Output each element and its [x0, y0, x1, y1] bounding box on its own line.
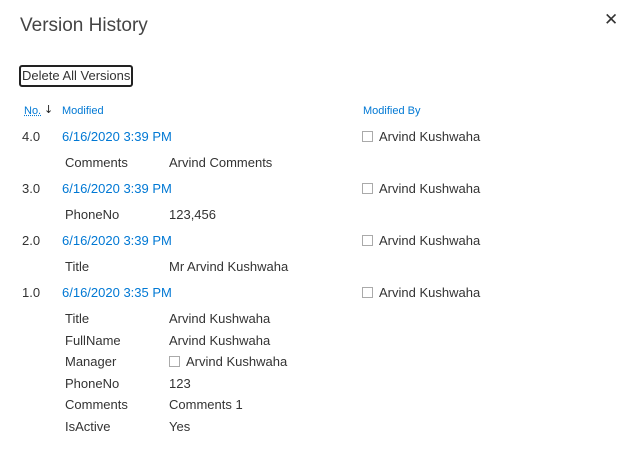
- version-modified-by[interactable]: Arvind Kushwaha: [362, 285, 480, 300]
- change-field-value: Arvind Kushwaha: [169, 311, 271, 326]
- change-field-label: PhoneNo: [65, 207, 120, 222]
- change-field-value: Arvind Kushwaha: [169, 332, 271, 348]
- version-modified-link[interactable]: 6/16/2020 3:39 PM: [62, 181, 172, 196]
- version-number: 1.0: [22, 285, 41, 300]
- person-name: Arvind Kushwaha: [186, 354, 288, 369]
- dialog-title: Version History: [20, 15, 148, 36]
- change-field-value: Arvind Kushwaha: [169, 354, 287, 369]
- change-field-label: Title: [65, 259, 90, 274]
- person-presence-icon: [362, 235, 373, 246]
- person-presence-icon: [362, 287, 373, 298]
- person-presence-icon: [169, 356, 180, 367]
- change-field-value: Comments 1: [169, 397, 243, 412]
- change-field-label: Comments: [65, 397, 128, 412]
- modified-by-name: Arvind Kushwaha: [379, 285, 481, 300]
- person-presence-icon: [362, 183, 373, 194]
- column-header-modified[interactable]: Modified: [62, 105, 104, 117]
- change-field-label: PhoneNo: [65, 375, 120, 391]
- column-header-no[interactable]: No.: [24, 105, 41, 117]
- modified-by-name: Arvind Kushwaha: [379, 181, 481, 196]
- change-field-label: Manager: [65, 354, 117, 369]
- version-number: 3.0: [22, 181, 41, 196]
- sort-descending-icon: ↓: [44, 103, 54, 116]
- change-field-label: IsActive: [65, 418, 111, 434]
- version-modified-link[interactable]: 6/16/2020 3:39 PM: [62, 129, 172, 144]
- version-number: 2.0: [22, 233, 41, 248]
- version-number: 4.0: [22, 129, 41, 144]
- delete-all-versions-button[interactable]: Delete All Versions: [19, 65, 134, 87]
- person-presence-icon: [362, 131, 373, 142]
- change-field-value: Yes: [169, 418, 191, 434]
- change-field-label: FullName: [65, 332, 121, 348]
- version-modified-link[interactable]: 6/16/2020 3:35 PM: [62, 285, 172, 300]
- change-field-value: 123,456: [169, 207, 216, 222]
- change-field-value: Arvind Comments: [169, 155, 273, 170]
- version-modified-by[interactable]: Arvind Kushwaha: [362, 233, 480, 248]
- change-field-label: Title: [65, 311, 90, 326]
- version-modified-link[interactable]: 6/16/2020 3:39 PM: [62, 233, 172, 248]
- close-icon[interactable]: ✕: [604, 10, 618, 30]
- version-modified-by[interactable]: Arvind Kushwaha: [362, 181, 480, 196]
- version-modified-by[interactable]: Arvind Kushwaha: [362, 129, 480, 144]
- change-field-value: 123: [169, 375, 191, 391]
- change-field-value: Mr Arvind Kushwaha: [169, 259, 289, 274]
- column-header-modified-by[interactable]: Modified By: [363, 105, 420, 117]
- change-field-label: Comments: [65, 155, 128, 170]
- modified-by-name: Arvind Kushwaha: [379, 233, 481, 248]
- modified-by-name: Arvind Kushwaha: [379, 129, 481, 144]
